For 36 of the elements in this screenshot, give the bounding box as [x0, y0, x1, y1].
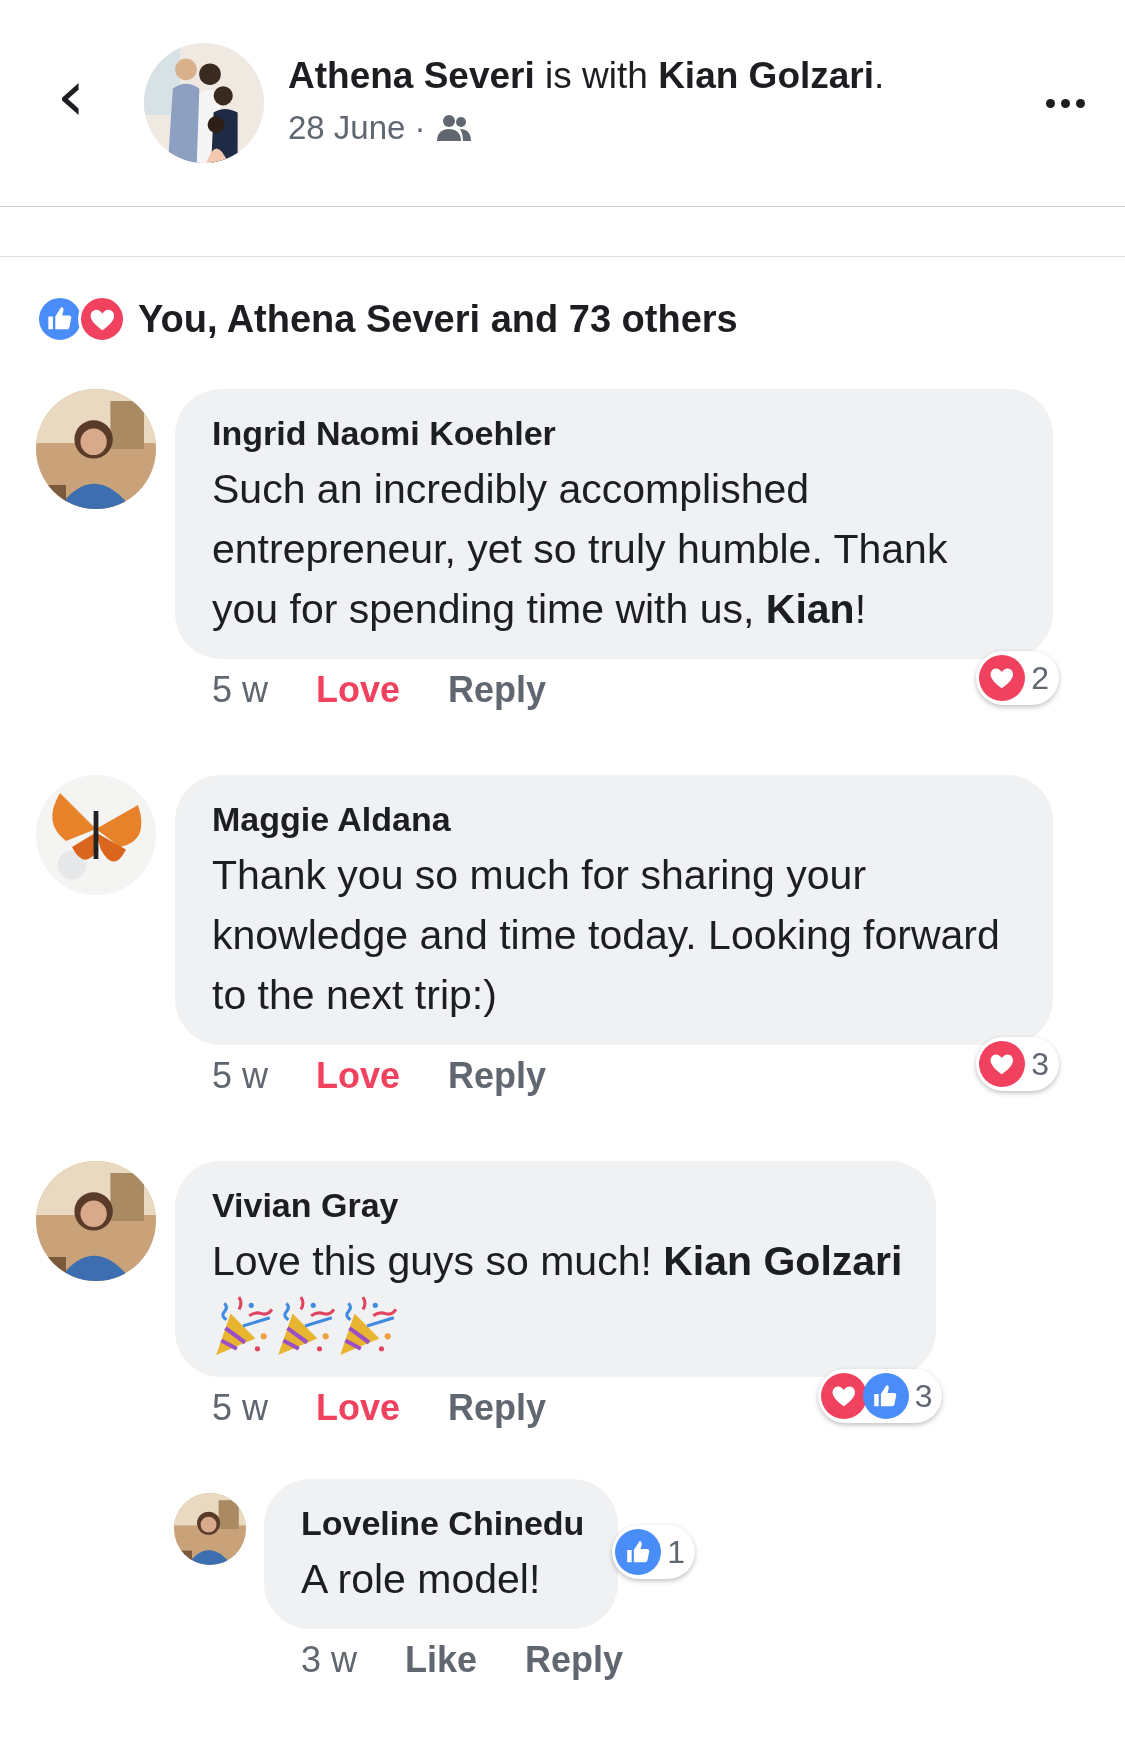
reaction-count: 2 — [1031, 659, 1049, 698]
commenter-name[interactable]: Ingrid Naomi Koehler — [212, 411, 1019, 455]
reply-link[interactable]: Reply — [448, 1053, 547, 1099]
commenter-name[interactable]: Maggie Aldana — [212, 797, 1019, 841]
reaction-count-badge[interactable]: 3 — [817, 1369, 943, 1423]
reaction-count: 3 — [1031, 1045, 1049, 1084]
comment-time: 5 w — [212, 1386, 269, 1430]
friends-icon — [435, 114, 472, 142]
commenter-name[interactable]: Vivian Gray — [212, 1183, 903, 1227]
comment-text: Thank you so much for sharing your knowledge and time today. Looking forward to the next trip:) — [212, 851, 1001, 1020]
like-icon — [615, 1529, 662, 1575]
react-link[interactable]: Love — [316, 1053, 401, 1099]
reaction-count-badge[interactable]: 3 — [976, 1037, 1059, 1091]
react-link[interactable]: Like — [405, 1637, 478, 1683]
reply-link[interactable]: Reply — [448, 667, 547, 713]
back-button[interactable]: ‹ — [46, 59, 96, 131]
reaction-count-badge[interactable]: 2 — [976, 651, 1059, 705]
reactions-summary[interactable]: You, Athena Severi and 73 others — [138, 290, 738, 348]
comment-time: 5 w — [212, 1054, 269, 1098]
comment-time: 5 w — [212, 668, 269, 712]
more-icon[interactable] — [1046, 98, 1085, 108]
comment-time: 3 w — [301, 1638, 358, 1682]
post-date: 28 June · — [288, 108, 426, 149]
commenter-name[interactable]: Loveline Chinedu — [301, 1501, 585, 1545]
reaction-count: 1 — [667, 1533, 686, 1572]
reply-link[interactable]: Reply — [525, 1637, 624, 1683]
react-link[interactable]: Love — [316, 1385, 401, 1431]
post-title: Athena Severi is with Kian Golzari. — [288, 54, 886, 99]
reply-link[interactable]: Reply — [448, 1385, 547, 1431]
comment-text: Such an incredibly accomplished entrepreneur, yet so truly humble. Thank you for spending time with us, Kian! — [212, 465, 949, 634]
like-icon — [862, 1373, 909, 1419]
comment-text: Love this guys so much! Kian Golzari — [212, 1237, 903, 1286]
react-link[interactable]: Love — [316, 667, 401, 713]
reaction-count: 3 — [914, 1377, 933, 1416]
reaction-count-badge[interactable]: 1 — [612, 1525, 696, 1579]
comment-text: A role model! — [301, 1555, 542, 1604]
